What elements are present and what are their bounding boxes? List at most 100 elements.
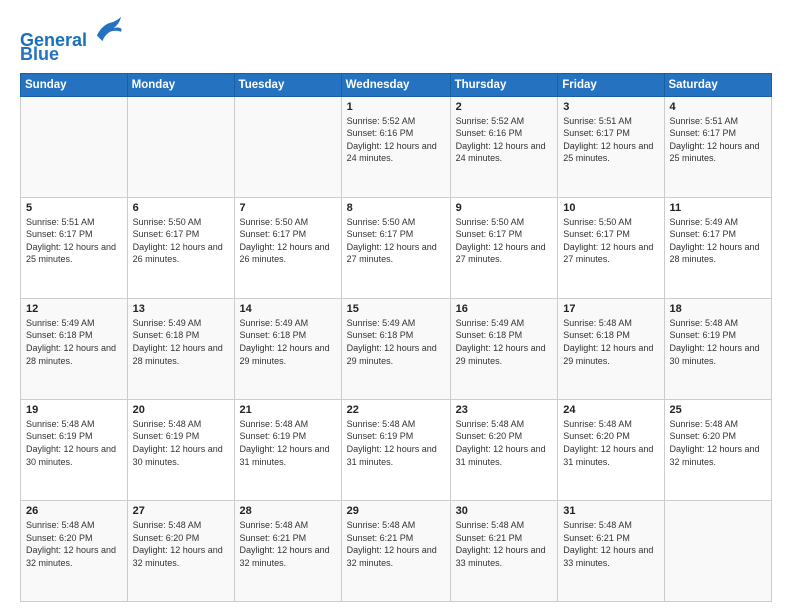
- header-row: Sunday Monday Tuesday Wednesday Thursday…: [21, 73, 772, 96]
- day-number: 12: [26, 303, 122, 315]
- day-number: 23: [456, 404, 553, 416]
- day-cell: 18 Sunrise: 5:48 AMSunset: 6:19 PMDayligh…: [664, 298, 772, 399]
- day-cell: 26 Sunrise: 5:48 AMSunset: 6:20 PMDayligh…: [21, 500, 128, 601]
- day-info: Sunrise: 5:48 AMSunset: 6:20 PMDaylight:…: [26, 519, 122, 569]
- page: General Blue Sunday Monday Tuesday Wedne…: [0, 0, 792, 612]
- day-number: 26: [26, 505, 122, 517]
- day-cell: 2Sunrise: 5:52 AMSunset: 6:16 PMDaylight…: [450, 96, 558, 197]
- day-cell: 10 Sunrise: 5:50 AMSunset: 6:17 PMDayligh…: [558, 197, 664, 298]
- day-info: Sunrise: 5:48 AMSunset: 6:20 PMDaylight:…: [563, 418, 658, 468]
- day-number: 31: [563, 505, 658, 517]
- day-number: 9: [456, 202, 553, 214]
- day-info: Sunrise: 5:48 AMSunset: 6:20 PMDaylight:…: [670, 418, 767, 468]
- day-info: Sunrise: 5:50 AMSunset: 6:17 PMDaylight:…: [133, 216, 229, 266]
- day-info: Sunrise: 5:48 AMSunset: 6:19 PMDaylight:…: [26, 418, 122, 468]
- day-number: 5: [26, 202, 122, 214]
- day-info: Sunrise: 5:50 AMSunset: 6:17 PMDaylight:…: [347, 216, 445, 266]
- day-cell: 3 Sunrise: 5:51 AMSunset: 6:17 PMDaylight…: [558, 96, 664, 197]
- day-cell: [21, 96, 128, 197]
- week-row-2: 12 Sunrise: 5:49 AMSunset: 6:18 PMDayligh…: [21, 298, 772, 399]
- day-cell: 22 Sunrise: 5:48 AMSunset: 6:19 PMDayligh…: [341, 399, 450, 500]
- col-wednesday: Wednesday: [341, 73, 450, 96]
- day-cell: 30 Sunrise: 5:48 AMSunset: 6:21 PMDayligh…: [450, 500, 558, 601]
- day-cell: [234, 96, 341, 197]
- day-cell: 6 Sunrise: 5:50 AMSunset: 6:17 PMDaylight…: [127, 197, 234, 298]
- day-number: 7: [240, 202, 336, 214]
- logo-blue: Blue: [20, 44, 59, 64]
- week-row-1: 5 Sunrise: 5:51 AMSunset: 6:17 PMDaylight…: [21, 197, 772, 298]
- day-info: Sunrise: 5:48 AMSunset: 6:21 PMDaylight:…: [456, 519, 553, 569]
- day-info: Sunrise: 5:48 AMSunset: 6:20 PMDaylight:…: [133, 519, 229, 569]
- day-number: 22: [347, 404, 445, 416]
- day-cell: 13 Sunrise: 5:49 AMSunset: 6:18 PMDayligh…: [127, 298, 234, 399]
- day-info: Sunrise: 5:51 AMSunset: 6:17 PMDaylight:…: [563, 115, 658, 165]
- day-cell: 29 Sunrise: 5:48 AMSunset: 6:21 PMDayligh…: [341, 500, 450, 601]
- day-number: 18: [670, 303, 767, 315]
- week-row-0: 1 Sunrise: 5:52 AMSunset: 6:16 PMDaylight…: [21, 96, 772, 197]
- day-cell: 11Sunrise: 5:49 AMSunset: 6:17 PMDayligh…: [664, 197, 772, 298]
- day-number: 14: [240, 303, 336, 315]
- day-cell: 17 Sunrise: 5:48 AMSunset: 6:18 PMDayligh…: [558, 298, 664, 399]
- day-number: 11: [670, 202, 767, 214]
- day-number: 6: [133, 202, 229, 214]
- day-info: Sunrise: 5:50 AMSunset: 6:17 PMDaylight:…: [563, 216, 658, 266]
- day-info: Sunrise: 5:50 AMSunset: 6:17 PMDaylight:…: [240, 216, 336, 266]
- col-thursday: Thursday: [450, 73, 558, 96]
- day-number: 21: [240, 404, 336, 416]
- col-monday: Monday: [127, 73, 234, 96]
- logo: General Blue: [20, 18, 123, 65]
- logo-bird-icon: [95, 14, 123, 42]
- day-info: Sunrise: 5:48 AMSunset: 6:19 PMDaylight:…: [133, 418, 229, 468]
- day-number: 29: [347, 505, 445, 517]
- day-info: Sunrise: 5:49 AMSunset: 6:18 PMDaylight:…: [456, 317, 553, 367]
- day-info: Sunrise: 5:49 AMSunset: 6:18 PMDaylight:…: [26, 317, 122, 367]
- day-cell: 14Sunrise: 5:49 AMSunset: 6:18 PMDayligh…: [234, 298, 341, 399]
- day-number: 28: [240, 505, 336, 517]
- day-cell: 4 Sunrise: 5:51 AMSunset: 6:17 PMDaylight…: [664, 96, 772, 197]
- day-info: Sunrise: 5:48 AMSunset: 6:19 PMDaylight:…: [670, 317, 767, 367]
- day-cell: 27 Sunrise: 5:48 AMSunset: 6:20 PMDayligh…: [127, 500, 234, 601]
- day-info: Sunrise: 5:51 AMSunset: 6:17 PMDaylight:…: [26, 216, 122, 266]
- logo-text: General Blue: [20, 18, 123, 65]
- day-number: 2: [456, 101, 553, 113]
- col-sunday: Sunday: [21, 73, 128, 96]
- day-number: 3: [563, 101, 658, 113]
- day-info: Sunrise: 5:48 AMSunset: 6:18 PMDaylight:…: [563, 317, 658, 367]
- day-number: 20: [133, 404, 229, 416]
- day-cell: [127, 96, 234, 197]
- day-number: 10: [563, 202, 658, 214]
- day-number: 1: [347, 101, 445, 113]
- day-number: 24: [563, 404, 658, 416]
- col-saturday: Saturday: [664, 73, 772, 96]
- calendar-table: Sunday Monday Tuesday Wednesday Thursday…: [20, 73, 772, 602]
- day-cell: 1 Sunrise: 5:52 AMSunset: 6:16 PMDaylight…: [341, 96, 450, 197]
- day-info: Sunrise: 5:48 AMSunset: 6:20 PMDaylight:…: [456, 418, 553, 468]
- day-info: Sunrise: 5:48 AMSunset: 6:21 PMDaylight:…: [240, 519, 336, 569]
- col-friday: Friday: [558, 73, 664, 96]
- day-cell: 9Sunrise: 5:50 AMSunset: 6:17 PMDaylight…: [450, 197, 558, 298]
- week-row-4: 26 Sunrise: 5:48 AMSunset: 6:20 PMDayligh…: [21, 500, 772, 601]
- day-cell: 24 Sunrise: 5:48 AMSunset: 6:20 PMDayligh…: [558, 399, 664, 500]
- day-cell: 21Sunrise: 5:48 AMSunset: 6:19 PMDayligh…: [234, 399, 341, 500]
- day-number: 19: [26, 404, 122, 416]
- day-number: 4: [670, 101, 767, 113]
- day-info: Sunrise: 5:52 AMSunset: 6:16 PMDaylight:…: [347, 115, 445, 165]
- header: General Blue: [20, 18, 772, 65]
- day-number: 13: [133, 303, 229, 315]
- day-cell: 25Sunrise: 5:48 AMSunset: 6:20 PMDayligh…: [664, 399, 772, 500]
- day-info: Sunrise: 5:48 AMSunset: 6:21 PMDaylight:…: [347, 519, 445, 569]
- week-row-3: 19 Sunrise: 5:48 AMSunset: 6:19 PMDayligh…: [21, 399, 772, 500]
- day-info: Sunrise: 5:49 AMSunset: 6:18 PMDaylight:…: [133, 317, 229, 367]
- day-cell: 5 Sunrise: 5:51 AMSunset: 6:17 PMDaylight…: [21, 197, 128, 298]
- day-number: 27: [133, 505, 229, 517]
- day-number: 17: [563, 303, 658, 315]
- day-cell: 15 Sunrise: 5:49 AMSunset: 6:18 PMDayligh…: [341, 298, 450, 399]
- day-info: Sunrise: 5:51 AMSunset: 6:17 PMDaylight:…: [670, 115, 767, 165]
- day-info: Sunrise: 5:49 AMSunset: 6:18 PMDaylight:…: [347, 317, 445, 367]
- day-info: Sunrise: 5:48 AMSunset: 6:19 PMDaylight:…: [347, 418, 445, 468]
- day-cell: 28 Sunrise: 5:48 AMSunset: 6:21 PMDayligh…: [234, 500, 341, 601]
- day-number: 8: [347, 202, 445, 214]
- day-number: 30: [456, 505, 553, 517]
- day-number: 15: [347, 303, 445, 315]
- day-cell: 8 Sunrise: 5:50 AMSunset: 6:17 PMDaylight…: [341, 197, 450, 298]
